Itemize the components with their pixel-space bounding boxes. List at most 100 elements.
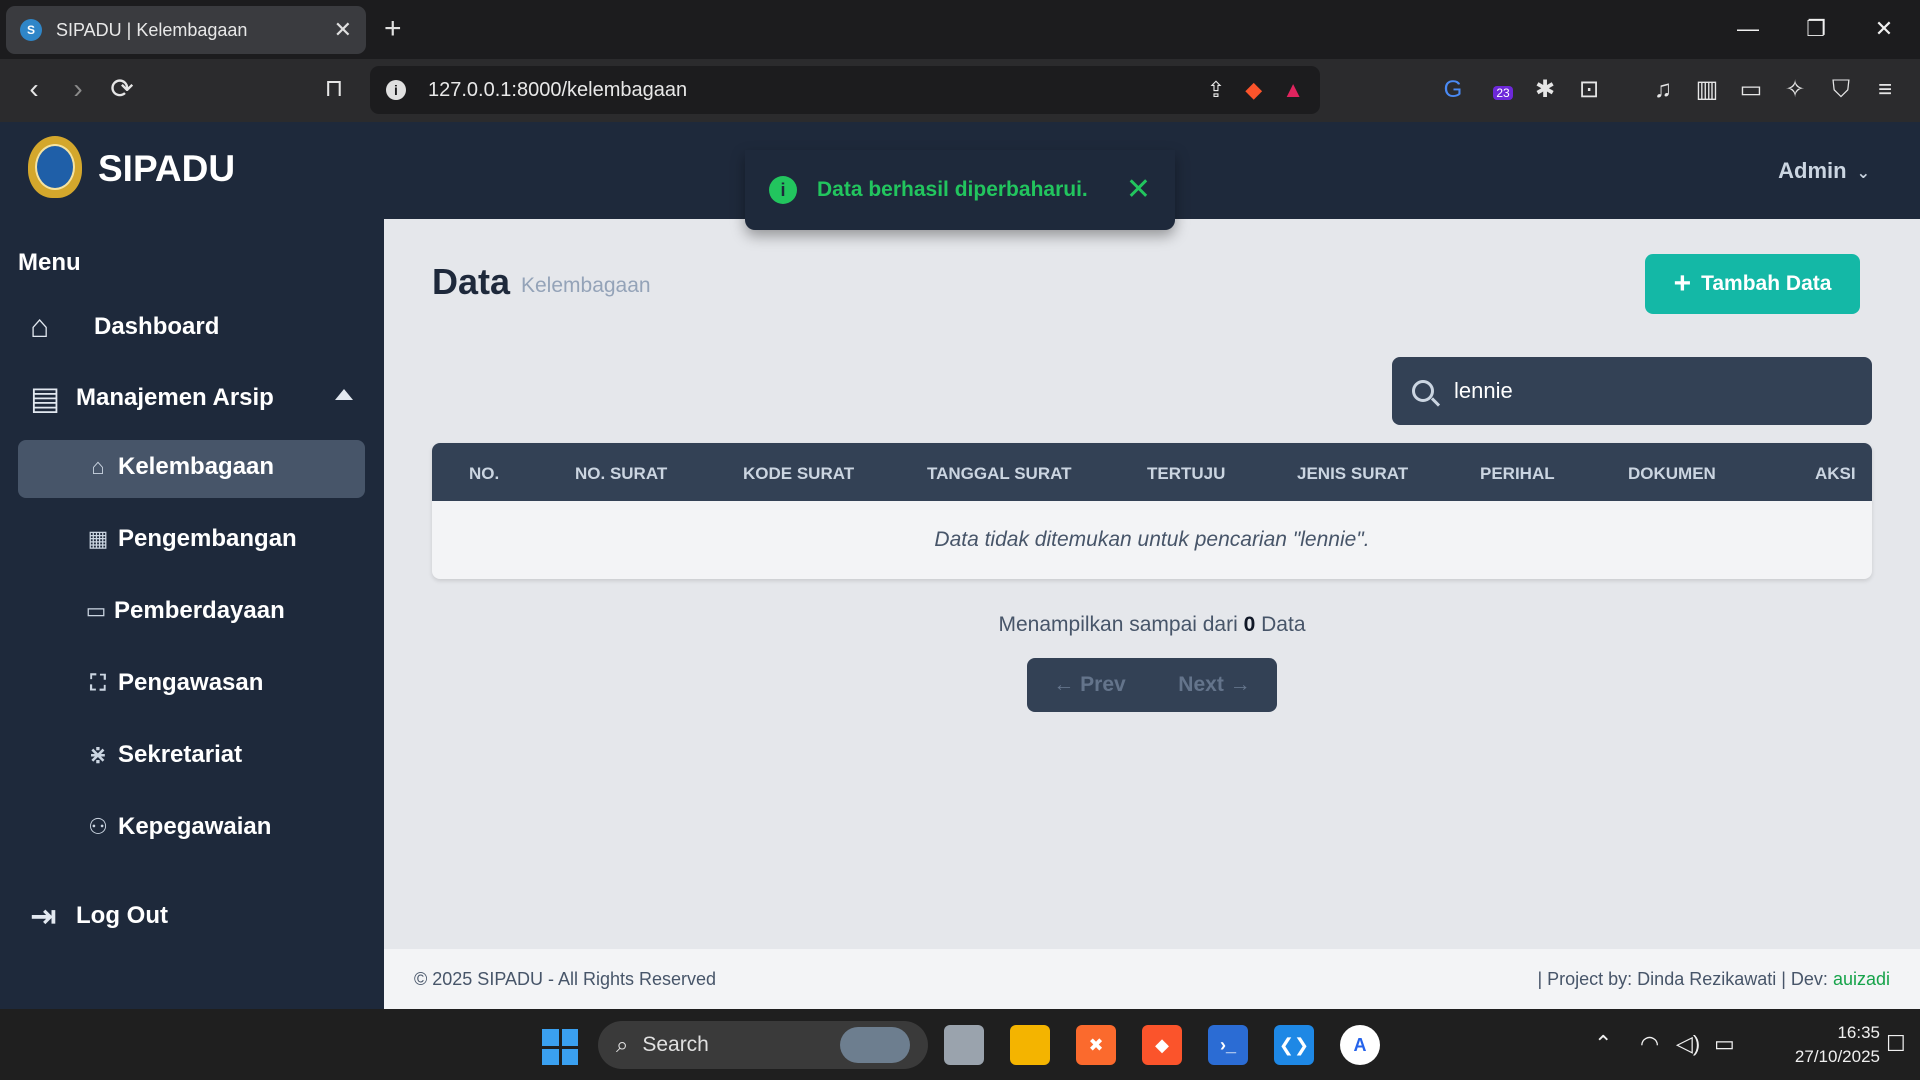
extensions-icon[interactable]: ✱ xyxy=(1528,75,1562,105)
clock[interactable]: 16:35 27/10/2025 xyxy=(1760,1021,1880,1069)
users-icon: ⚇ xyxy=(88,814,108,839)
user-menu[interactable]: Admin ⌄ xyxy=(1778,158,1870,184)
restore-icon[interactable]: ❐ xyxy=(1796,10,1836,48)
showing-prefix: Menampilkan sampai dari xyxy=(998,613,1238,636)
sidebar-item-label: Pengawasan xyxy=(118,669,264,696)
task-view-icon[interactable] xyxy=(944,1025,984,1065)
sidebar-item-label: Pengembangan xyxy=(118,525,297,552)
forward-icon[interactable]: › xyxy=(60,72,96,106)
tab-title: SIPADU | Kelembagaan xyxy=(56,19,248,40)
archive-icon: ▤ xyxy=(30,380,61,416)
extension-badge: 23 xyxy=(1493,86,1513,100)
prev-button[interactable]: ← Prev xyxy=(1053,673,1125,697)
extension-badge-icon[interactable]: 23 xyxy=(1486,75,1520,108)
dev-link[interactable]: auizadi xyxy=(1833,969,1890,989)
app-store-icon[interactable]: A xyxy=(1340,1025,1380,1065)
screenshot-icon[interactable]: ⊡ xyxy=(1572,75,1606,105)
users-viewfinder-icon: ⛶ xyxy=(90,670,106,695)
minimize-icon[interactable]: — xyxy=(1728,10,1768,48)
search-icon xyxy=(1412,380,1434,402)
brave-browser-icon[interactable]: ◆ xyxy=(1142,1025,1182,1065)
logout-icon: ⇥ xyxy=(30,898,57,934)
table-header: NO. NO. SURAT KODE SURAT TANGGAL SURAT T… xyxy=(432,443,1872,501)
wallet-icon[interactable]: ▭ xyxy=(1734,75,1768,105)
vscode-icon[interactable]: ❮❯ xyxy=(1274,1025,1314,1065)
taskbar-search[interactable]: ⌕ Search xyxy=(598,1021,928,1069)
tray-overflow-icon[interactable]: ⌃ xyxy=(1594,1031,1612,1057)
col-tertuju: TERTUJU xyxy=(1147,464,1226,483)
file-explorer-icon[interactable] xyxy=(1010,1025,1050,1065)
sidebar-item-pengawasan[interactable]: ⛶ Pengawasan xyxy=(78,669,263,697)
copyright-text: © 2025 SIPADU - All Rights Reserved xyxy=(414,968,717,989)
url-text: 127.0.0.1:8000/kelembagaan xyxy=(428,78,688,101)
music-icon[interactable]: ♫ xyxy=(1646,75,1680,105)
credits: | Project by: Dinda Rezikawati | Dev: au… xyxy=(1537,969,1890,990)
sidebar-item-label: Manajemen Arsip xyxy=(76,384,274,411)
col-kode-surat: KODE SURAT xyxy=(743,464,855,483)
leo-ai-icon[interactable]: ✧ xyxy=(1778,75,1812,105)
pagination-info: Menampilkan sampai dari 0 Data xyxy=(384,613,1920,637)
reload-icon[interactable]: ⟳ xyxy=(104,72,140,106)
page-subtitle: Kelembagaan xyxy=(521,274,651,297)
footer: © 2025 SIPADU - All Rights Reserved | Pr… xyxy=(384,949,1920,1009)
sidebar-item-pengembangan[interactable]: ▦ Pengembangan xyxy=(78,525,297,553)
pagination: ← Prev Next → xyxy=(1027,658,1277,712)
search-box[interactable] xyxy=(1392,357,1872,425)
wifi-icon[interactable]: ◠ xyxy=(1640,1031,1659,1057)
back-icon[interactable]: ‹ xyxy=(16,72,52,106)
tab-close-icon[interactable]: ✕ xyxy=(334,17,352,43)
share-icon[interactable]: ⇪ xyxy=(1207,77,1225,103)
next-button[interactable]: Next → xyxy=(1178,673,1250,697)
sidebar-item-dashboard[interactable]: ⌂ Dashboard xyxy=(30,308,219,345)
sidebar-item-label: Pemberdayaan xyxy=(114,597,285,624)
site-info-icon[interactable]: i xyxy=(386,80,406,100)
toast-close-icon[interactable]: ✕ xyxy=(1126,175,1151,205)
building-icon: ⌂ xyxy=(91,454,105,479)
showing-count: 0 xyxy=(1243,613,1256,636)
col-perihal: PERIHAL xyxy=(1480,464,1555,483)
volume-icon[interactable]: ◁) xyxy=(1676,1031,1700,1057)
bookmark-icon[interactable]: ⊓ xyxy=(316,72,352,106)
vpn-icon[interactable]: ⛉ xyxy=(1824,75,1858,105)
col-dokumen: DOKUMEN xyxy=(1628,464,1716,483)
new-tab-icon[interactable]: + xyxy=(384,12,402,46)
plus-icon: + xyxy=(1673,267,1692,300)
browser-tab[interactable]: S SIPADU | Kelembagaan ✕ xyxy=(6,6,366,54)
browser-toolbar: ‹ › ⟳ ⊓ i 127.0.0.1:8000/kelembagaan ⇪ ◆… xyxy=(0,59,1920,122)
powershell-icon[interactable]: ›_ xyxy=(1208,1025,1248,1065)
col-jenis-surat: JENIS SURAT xyxy=(1297,464,1409,483)
data-table: NO. NO. SURAT KODE SURAT TANGGAL SURAT T… xyxy=(432,443,1872,579)
empty-message: Data tidak ditemukan untuk pencarian "le… xyxy=(934,528,1370,551)
menu-icon[interactable]: ≡ xyxy=(1868,75,1902,105)
windows-start-icon[interactable] xyxy=(542,1029,578,1065)
translate-icon[interactable]: G xyxy=(1436,75,1470,105)
xampp-icon[interactable]: ✖ xyxy=(1076,1025,1116,1065)
sidebar-item-kepegawaian[interactable]: ⚇ Kepegawaian xyxy=(78,813,271,841)
taskbar-search-label: Search xyxy=(642,1033,709,1056)
clock-time: 16:35 xyxy=(1837,1023,1880,1042)
search-input[interactable] xyxy=(1454,378,1834,404)
add-data-label: Tambah Data xyxy=(1701,272,1832,295)
sidebar-item-sekretariat[interactable]: ⋇ Sekretariat xyxy=(78,741,242,769)
next-label: Next xyxy=(1178,673,1224,696)
add-data-button[interactable]: + Tambah Data xyxy=(1645,254,1860,314)
sidebar-item-label: Kepegawaian xyxy=(118,813,272,840)
main-content: Data Kelembagaan + Tambah Data NO. NO. S… xyxy=(384,219,1920,949)
caret-up-icon[interactable] xyxy=(335,389,353,400)
sidebar-toggle-icon[interactable]: ▥ xyxy=(1690,75,1724,105)
brave-shield-icon[interactable]: ◆ xyxy=(1245,77,1262,103)
address-bar[interactable]: i 127.0.0.1:8000/kelembagaan ⇪ ◆ ▲ xyxy=(370,66,1320,114)
sidebar-item-label: Kelembagaan xyxy=(118,453,275,480)
battery-icon[interactable]: ▭ xyxy=(1714,1031,1735,1057)
close-window-icon[interactable]: ✕ xyxy=(1864,10,1904,48)
search-icon: ⌕ xyxy=(616,1032,629,1057)
sidebar-item-logout[interactable]: ⇥ Log Out xyxy=(30,897,168,935)
sidebar-item-kelembagaan[interactable]: ⌂ Kelembagaan xyxy=(78,453,274,481)
col-tanggal-surat: TANGGAL SURAT xyxy=(927,464,1072,483)
site-favicon-icon: S xyxy=(20,19,42,41)
brave-rewards-icon[interactable]: ▲ xyxy=(1282,77,1304,103)
notification-icon[interactable]: ☐ xyxy=(1886,1031,1906,1057)
page-title: Data xyxy=(432,261,511,302)
sidebar-item-pemberdayaan[interactable]: ▭ Pemberdayaan xyxy=(78,597,285,625)
sidebar-item-manajemen-arsip[interactable]: ▤ Manajemen Arsip xyxy=(30,379,274,417)
